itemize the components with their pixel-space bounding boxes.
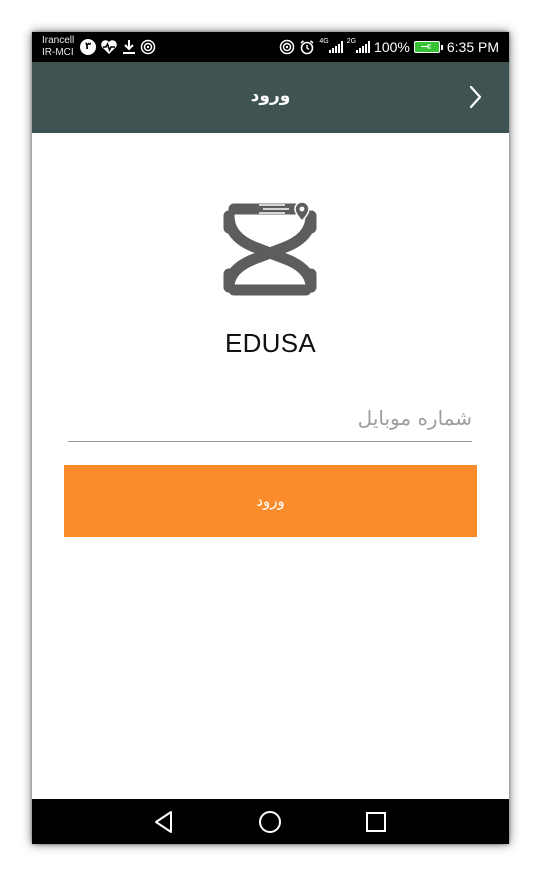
network-type-4g: 4G xyxy=(319,38,329,45)
notification-count-icon: ۳ xyxy=(80,39,96,55)
nav-recents-button[interactable] xyxy=(361,807,391,837)
recents-square-icon xyxy=(366,812,386,832)
carrier-label: Irancell IR-MCI xyxy=(42,35,74,59)
notification-icons: ۳ xyxy=(80,38,156,56)
edusa-logo-icon xyxy=(219,201,321,298)
system-nav-bar xyxy=(32,799,509,844)
chevron-right-icon xyxy=(469,85,482,109)
signal-icon: 2G xyxy=(346,38,371,53)
login-button[interactable]: ورود xyxy=(64,465,477,537)
carrier-name: Irancell xyxy=(42,35,75,46)
signal-icon: 4G xyxy=(319,38,343,53)
home-circle-icon xyxy=(259,811,281,833)
status-bar: Irancell IR-MCI ۳ 4G 2G 100% 6:35 PM xyxy=(32,32,509,62)
hotspot-icon xyxy=(279,39,295,55)
phone-screen: Irancell IR-MCI ۳ 4G 2G 100% 6:35 PM ورو… xyxy=(32,32,509,844)
clock-time: 6:35 PM xyxy=(446,39,499,55)
battery-icon xyxy=(413,41,443,53)
back-button[interactable] xyxy=(465,84,485,110)
battery-percent: 100% xyxy=(374,39,410,55)
phone-number-input[interactable] xyxy=(68,394,472,442)
back-triangle-icon xyxy=(155,811,172,833)
app-name: EDUSA xyxy=(224,328,317,358)
heart-rate-icon xyxy=(100,39,118,55)
app-toolbar: ورود xyxy=(32,62,509,133)
alarm-icon xyxy=(299,39,315,55)
toolbar-title: ورود xyxy=(250,86,291,106)
carrier-network: IR-MCI xyxy=(42,47,74,58)
hotspot-icon xyxy=(140,39,156,55)
status-right: 4G 2G 100% 6:35 PM xyxy=(279,32,499,62)
network-type-2g: 2G xyxy=(346,38,357,45)
download-icon xyxy=(122,39,136,55)
nav-back-button[interactable] xyxy=(149,807,179,837)
nav-home-button[interactable] xyxy=(255,807,285,837)
